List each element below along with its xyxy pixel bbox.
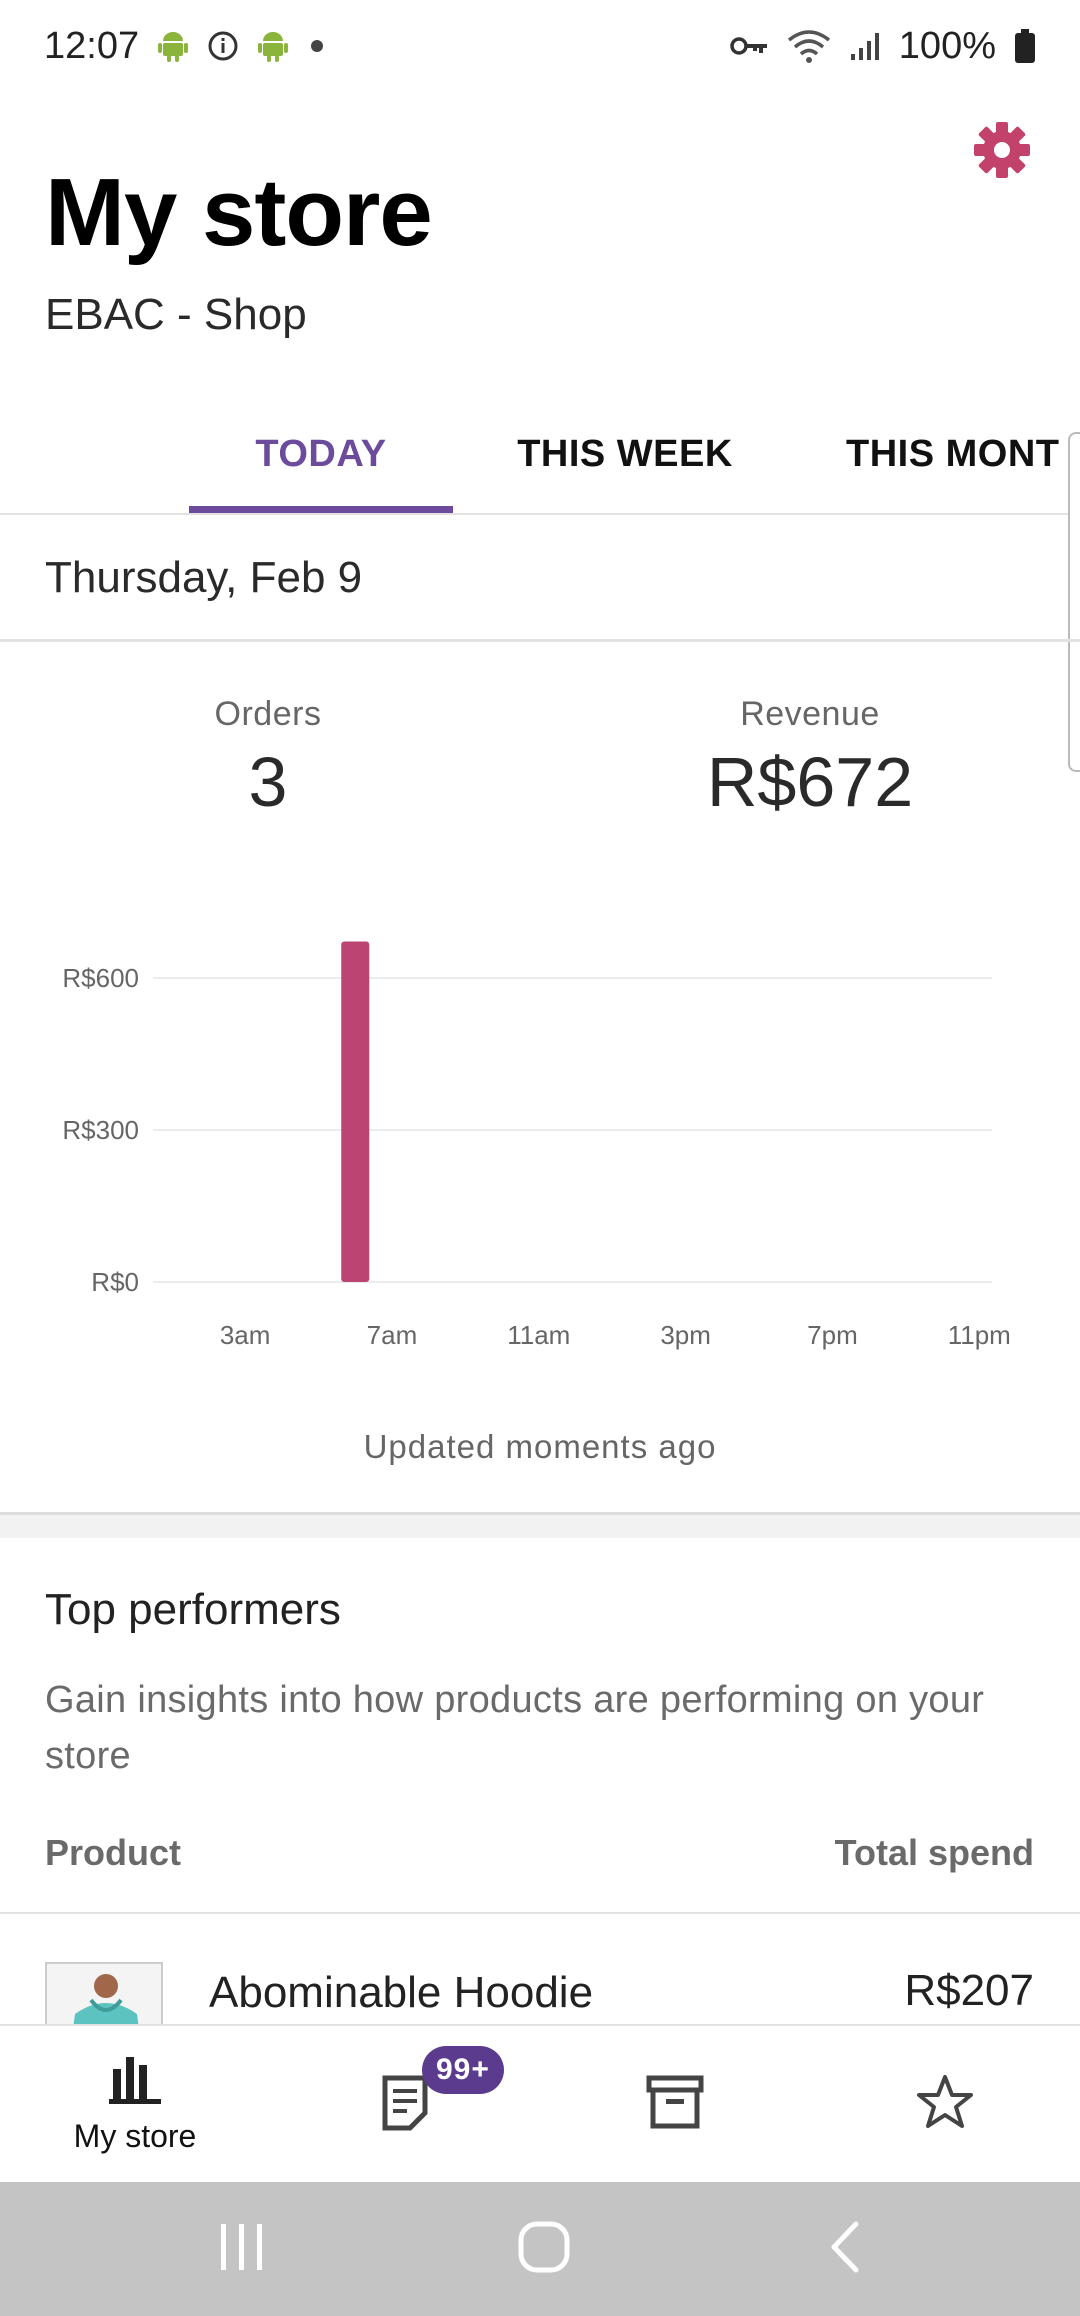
store-name: EBAC - Shop bbox=[45, 290, 307, 339]
gear-icon bbox=[972, 120, 1032, 185]
settings-button[interactable] bbox=[970, 120, 1034, 184]
chart-x-tick-label: 7pm bbox=[807, 1320, 858, 1350]
back-icon bbox=[826, 2220, 866, 2279]
revenue-value: R$672 bbox=[706, 743, 914, 821]
page-title: My store bbox=[45, 159, 433, 266]
dot-icon bbox=[307, 36, 327, 56]
wifi-icon bbox=[787, 28, 831, 64]
home-icon bbox=[517, 2220, 571, 2279]
section-divider bbox=[0, 1512, 1080, 1538]
chart-x-tick-label: 11pm bbox=[948, 1320, 1011, 1350]
revenue-chart: R$0 R$300 R$600 3am 7am 11am 3pm 7pm 11pm bbox=[0, 900, 1080, 1360]
column-total-spend: Total spend bbox=[834, 1832, 1034, 1873]
orders-icon bbox=[380, 2073, 430, 2136]
recents-icon bbox=[217, 2222, 267, 2277]
orders-stat: Orders 3 bbox=[78, 695, 458, 822]
battery-icon bbox=[1014, 29, 1036, 63]
active-tab-indicator bbox=[189, 506, 453, 513]
nav-orders[interactable]: 99+ bbox=[270, 2026, 540, 2182]
column-product: Product bbox=[45, 1832, 182, 1873]
orders-count-badge: 99+ bbox=[422, 2046, 504, 2094]
android-icon bbox=[157, 29, 189, 63]
chart-x-tick-label: 3am bbox=[220, 1320, 271, 1350]
nav-reviews[interactable] bbox=[810, 2026, 1080, 2182]
revenue-label: Revenue bbox=[740, 695, 880, 733]
tab-this-week[interactable]: THIS WEEK bbox=[500, 395, 750, 513]
chart-bar bbox=[341, 941, 370, 1282]
top-performers-title: Top performers bbox=[45, 1585, 341, 1634]
chart-x-tick-label: 11am bbox=[507, 1320, 570, 1350]
signal-icon bbox=[849, 30, 881, 62]
recents-button[interactable] bbox=[192, 2212, 292, 2286]
period-tabs: TODAY THIS WEEK THIS MONT bbox=[0, 395, 1080, 515]
chart-y-tick-label: R$0 bbox=[91, 1267, 139, 1297]
product-row[interactable]: Abominable Hoodie R$207 bbox=[0, 1914, 1080, 2072]
updated-status: Updated moments ago bbox=[363, 1428, 717, 1465]
revenue-stat: Revenue R$672 bbox=[620, 695, 1000, 822]
bottom-navigation: My store 99+ bbox=[0, 2024, 1080, 2182]
battery-percent: 100% bbox=[898, 24, 996, 67]
star-icon bbox=[915, 2073, 975, 2136]
top-performers-header: Product Total spend bbox=[0, 1824, 1080, 1914]
android-icon bbox=[257, 29, 289, 63]
system-navigation-bar bbox=[0, 2182, 1080, 2316]
chart-x-tick-label: 7am bbox=[367, 1320, 418, 1350]
product-name: Abominable Hoodie bbox=[209, 1968, 594, 2017]
nav-my-store[interactable]: My store bbox=[0, 2026, 270, 2182]
orders-label: Orders bbox=[214, 695, 322, 733]
product-total-spend: R$207 bbox=[904, 1966, 1034, 2015]
status-bar-right: 100% bbox=[729, 25, 1036, 68]
status-time: 12:07 bbox=[44, 24, 140, 67]
status-bar: 12:07 100% bbox=[0, 0, 1080, 92]
chart-y-tick-label: R$600 bbox=[62, 963, 139, 993]
tab-today[interactable]: TODAY bbox=[189, 395, 453, 513]
nav-my-store-label: My store bbox=[73, 2118, 197, 2154]
bar-chart-icon bbox=[109, 2053, 161, 2110]
home-button[interactable] bbox=[494, 2212, 594, 2286]
nav-products[interactable] bbox=[540, 2026, 810, 2182]
top-performers-description: Gain insights into how products are perf… bbox=[45, 1679, 985, 1777]
tab-this-month[interactable]: THIS MONT bbox=[846, 395, 1080, 513]
date-label: Thursday, Feb 9 bbox=[0, 516, 1080, 642]
chart-x-tick-label: 3pm bbox=[660, 1320, 711, 1350]
chart-y-tick-label: R$300 bbox=[62, 1115, 139, 1145]
back-button[interactable] bbox=[796, 2212, 896, 2286]
revenue-chart-svg: R$0 R$300 R$600 3am 7am 11am 3pm 7pm 11pm bbox=[62, 941, 1011, 1350]
info-icon bbox=[207, 30, 239, 62]
archive-box-icon bbox=[646, 2075, 704, 2134]
orders-value: 3 bbox=[248, 743, 288, 821]
vpn-key-icon bbox=[729, 34, 769, 58]
status-bar-left: 12:07 bbox=[44, 25, 327, 68]
